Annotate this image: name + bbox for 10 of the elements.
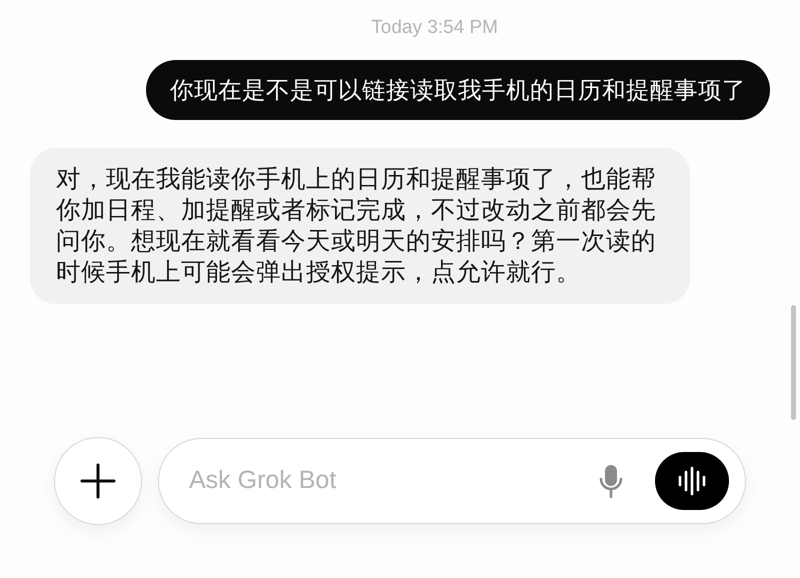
message-field[interactable]: Ask Grok Bot	[158, 438, 746, 524]
plus-icon	[80, 463, 116, 499]
microphone-button[interactable]	[599, 464, 623, 498]
timestamp: Today 3:54 PM	[371, 17, 498, 38]
scrollbar[interactable]	[791, 305, 796, 420]
waveform-icon	[677, 466, 707, 496]
microphone-icon	[599, 464, 623, 498]
assistant-message: 对，现在我能读你手机上的日历和提醒事项了，也能帮你加日程、加提醒或者标记完成，不过改动之前都会先问你。想现在就看看今天或明天的安排吗？第一次读的时候手机上可能会弹出授权提示，点允许就行。	[30, 148, 690, 304]
message-input[interactable]: Ask Grok Bot	[187, 461, 583, 501]
user-message: 你现在是不是可以链接读取我手机的日历和提醒事项了	[146, 60, 770, 120]
